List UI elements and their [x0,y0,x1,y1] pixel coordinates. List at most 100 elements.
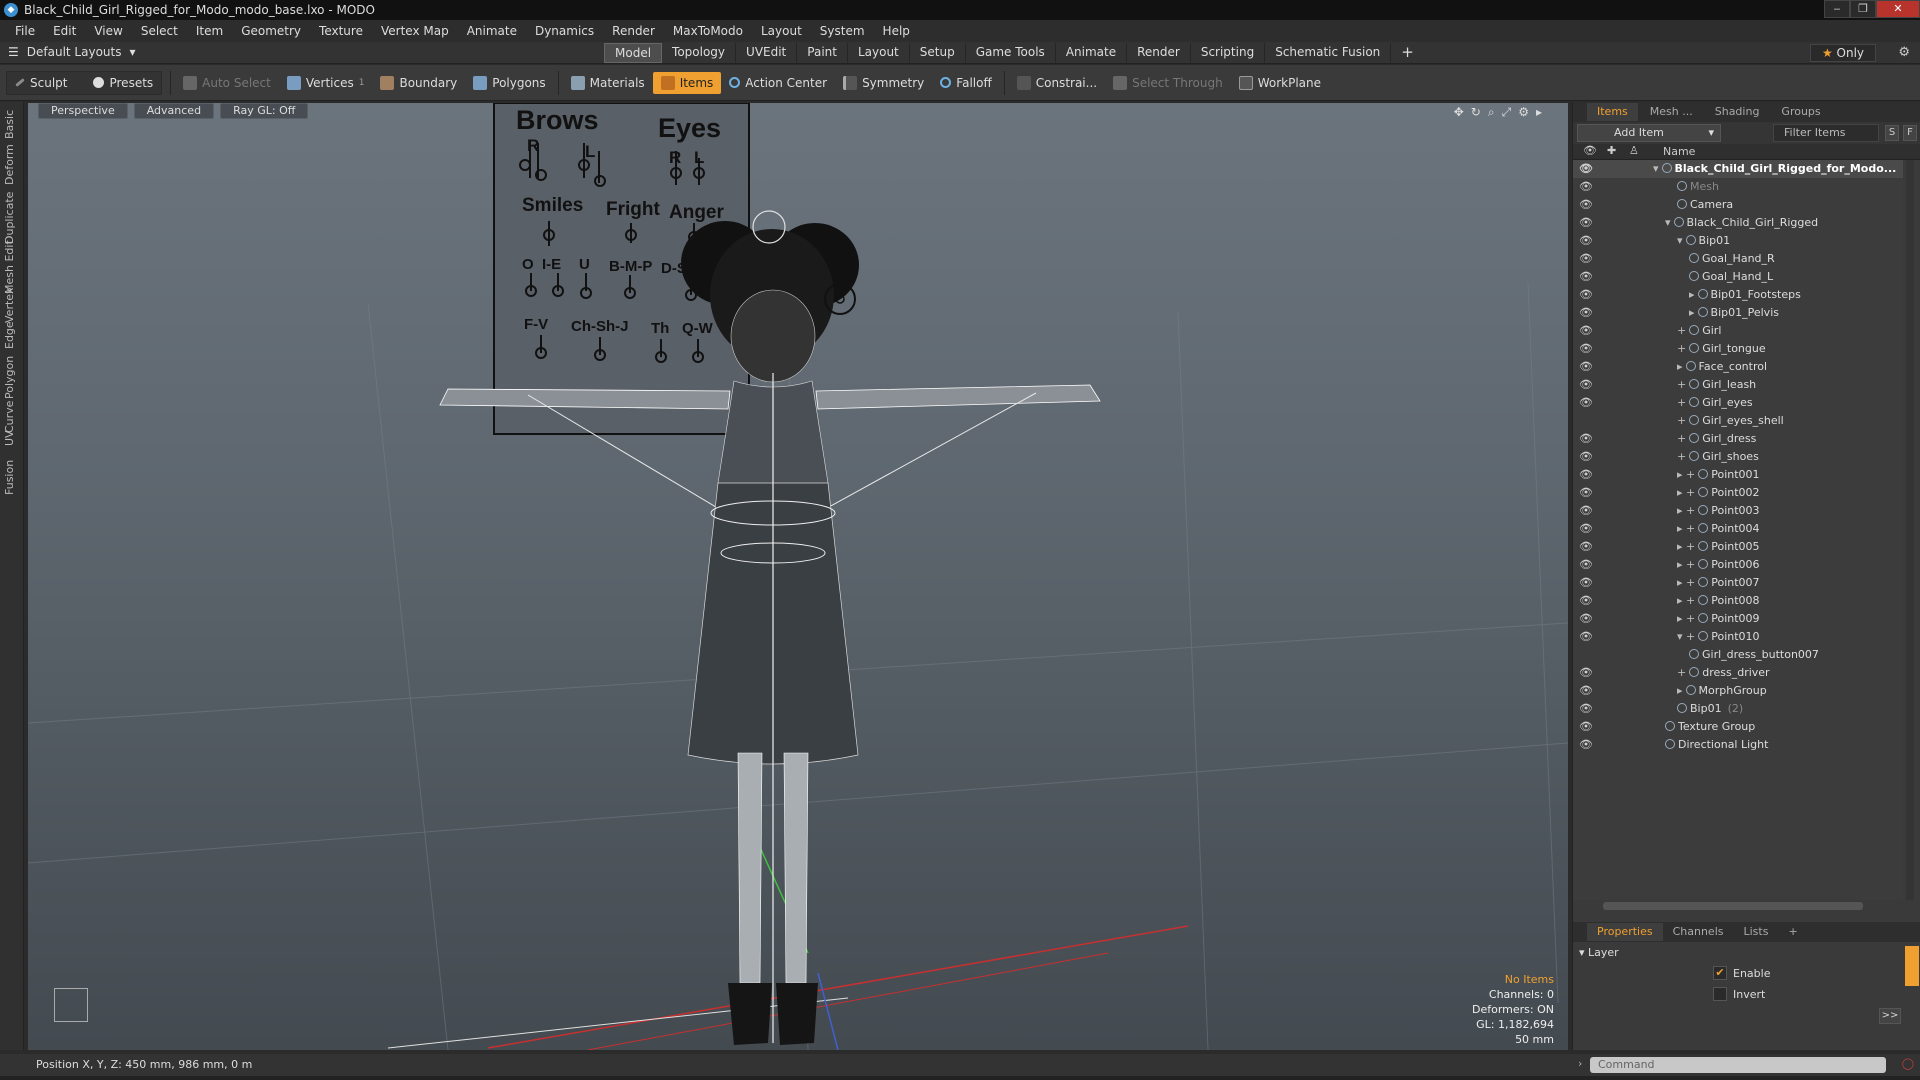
tab-schematic-fusion[interactable]: Schematic Fusion [1265,43,1392,63]
tree-row[interactable]: 👁 ▾ Black_Child_Girl_Rigged [1573,214,1903,232]
tree-row[interactable]: 👁 + dress_driver [1573,664,1903,682]
layer-section-header[interactable]: ▾ Layer [1579,946,1619,959]
menu-texture[interactable]: Texture [310,24,372,38]
tab-model[interactable]: Model [604,43,663,63]
layouts-dropdown[interactable]: ☰ Default Layouts ▾ [8,45,136,59]
menu-file[interactable]: File [6,24,44,38]
tree-row[interactable]: 👁 ▸ Bip01_Pelvis [1573,304,1903,322]
expand-arrow-icon[interactable]: + [1677,342,1686,355]
menu-select[interactable]: Select [132,24,187,38]
visibility-eye-icon[interactable]: 👁 [1579,556,1593,574]
expand-arrow-icon[interactable]: + [1677,432,1686,445]
tree-row[interactable]: 👁 ▸ + Point003 [1573,502,1903,520]
menu-view[interactable]: View [85,24,131,38]
visibility-eye-icon[interactable]: 👁 [1579,268,1593,286]
auto-select-button[interactable]: Auto Select [175,72,279,94]
tree-row[interactable]: 👁 Camera [1573,196,1903,214]
visibility-eye-icon[interactable]: 👁 [1579,682,1593,700]
expand-arrow-icon[interactable]: ▸ + [1677,594,1695,607]
expand-arrow-icon[interactable]: + [1677,666,1686,679]
left-tab-fusion[interactable]: Fusion [3,460,21,508]
panel-tab-mesh[interactable]: Mesh ... [1640,103,1703,121]
visibility-eye-icon[interactable]: 👁 [1579,250,1593,268]
view-type-button[interactable]: Perspective [38,103,128,119]
visibility-eye-icon[interactable]: 👁 [1579,592,1593,610]
menu-geometry[interactable]: Geometry [232,24,310,38]
tree-row[interactable]: 👁 ▸ + Point008 [1573,592,1903,610]
items-button[interactable]: Items [652,71,722,94]
visibility-eye-icon[interactable]: 👁 [1579,286,1593,304]
expand-arrow-icon[interactable]: ▸ + [1677,540,1695,553]
tree-row[interactable]: 👁 ▾ Bip01 [1573,232,1903,250]
presets-button[interactable]: Presets [75,72,161,94]
panel-tab-groups[interactable]: Groups [1771,103,1830,121]
tree-row[interactable]: 👁 ▸ + Point002 [1573,484,1903,502]
visibility-eye-icon[interactable]: 👁 [1579,322,1593,340]
props-tab-lists[interactable]: Lists [1734,923,1779,941]
tab-layout[interactable]: Layout [848,43,910,63]
tree-row[interactable]: 👁 Directional Light [1573,736,1903,754]
expand-arrow-icon[interactable]: + [1677,414,1686,427]
tab-topology[interactable]: Topology [662,43,737,63]
add-props-tab-icon[interactable]: + [1778,923,1807,941]
menu-item[interactable]: Item [187,24,232,38]
menu-help[interactable]: Help [874,24,919,38]
panel-tab-items[interactable]: Items [1587,103,1638,121]
expand-arrow-icon[interactable]: + [1677,324,1686,337]
rotate-view-icon[interactable]: ↻ [1471,105,1481,120]
expand-arrow-icon[interactable]: + [1677,378,1686,391]
menu-dynamics[interactable]: Dynamics [526,24,603,38]
props-tab-properties[interactable]: Properties [1587,923,1663,941]
add-tab-icon[interactable]: + [1391,43,1424,63]
expand-arrow-icon[interactable]: ▸ + [1677,468,1695,481]
raygl-button[interactable]: Ray GL: Off [220,103,309,119]
visibility-eye-icon[interactable]: 👁 [1579,160,1593,178]
expand-arrow-icon[interactable]: ▸ + [1677,486,1695,499]
visibility-eye-icon[interactable]: 👁 [1579,358,1593,376]
tree-row[interactable]: 👁 + Girl_dress [1573,430,1903,448]
visibility-eye-icon[interactable]: 👁 [1579,610,1593,628]
vertices-button[interactable]: Vertices 1 [279,72,373,94]
expand-arrow-icon[interactable]: ▾ + [1677,630,1695,643]
tree-row[interactable]: 👁 ▸ + Point009 [1573,610,1903,628]
menu-system[interactable]: System [811,24,874,38]
tree-row[interactable]: 👁 ▾ Black_Child_Girl_Rigged_for_Modo... [1573,160,1903,178]
visibility-eye-icon[interactable]: 👁 [1579,430,1593,448]
panel-tab-shading[interactable]: Shading [1705,103,1770,121]
expand-arrow-icon[interactable]: ▾ [1665,216,1671,229]
visibility-eye-icon[interactable]: 👁 [1579,448,1593,466]
expand-arrow-icon[interactable]: ▸ [1677,684,1683,697]
tree-row[interactable]: 👁 Goal_Hand_L [1573,268,1903,286]
expand-arrow-icon[interactable]: ▸ + [1677,504,1695,517]
tab-game-tools[interactable]: Game Tools [966,43,1056,63]
expand-arrow-icon[interactable]: ▸ + [1677,576,1695,589]
left-tab-uv[interactable]: UV [3,431,21,459]
tab-render[interactable]: Render [1127,43,1191,63]
invert-checkbox[interactable] [1713,987,1727,1001]
tree-row[interactable]: 👁 ▸ Face_control [1573,358,1903,376]
visibility-eye-icon[interactable]: 👁 [1579,574,1593,592]
tree-row[interactable]: Girl_dress_button007 [1573,646,1903,664]
tab-scripting[interactable]: Scripting [1191,43,1266,63]
visibility-eye-icon[interactable]: 👁 [1579,700,1593,718]
expand-arrow-icon[interactable]: ▸ + [1677,612,1695,625]
tab-animate[interactable]: Animate [1056,43,1128,63]
select-through-button[interactable]: Select Through [1105,72,1231,94]
visibility-eye-icon[interactable]: 👁 [1579,466,1593,484]
sculpt-button[interactable]: Sculpt [7,72,75,94]
symmetry-button[interactable]: Symmetry [835,72,932,94]
visibility-eye-icon[interactable]: 👁 [1579,520,1593,538]
expand-arrow-icon[interactable]: ▾ [1677,234,1683,247]
tree-row[interactable]: 👁 ▸ + Point007 [1573,574,1903,592]
visibility-eye-icon[interactable]: 👁 [1579,538,1593,556]
menu-layout[interactable]: Layout [752,24,811,38]
tab-paint[interactable]: Paint [797,43,848,63]
tree-row[interactable]: 👁 ▸ MorphGroup [1573,682,1903,700]
close-button[interactable]: ✕ [1876,0,1920,18]
tree-row[interactable]: 👁 Goal_Hand_R [1573,250,1903,268]
gear-icon[interactable]: ⚙ [1898,45,1910,60]
falloff-button[interactable]: Falloff [932,72,999,94]
fit-view-icon[interactable]: ⤢ [1502,105,1512,120]
tab-setup[interactable]: Setup [910,43,966,63]
tree-row[interactable]: 👁 + Girl_tongue [1573,340,1903,358]
